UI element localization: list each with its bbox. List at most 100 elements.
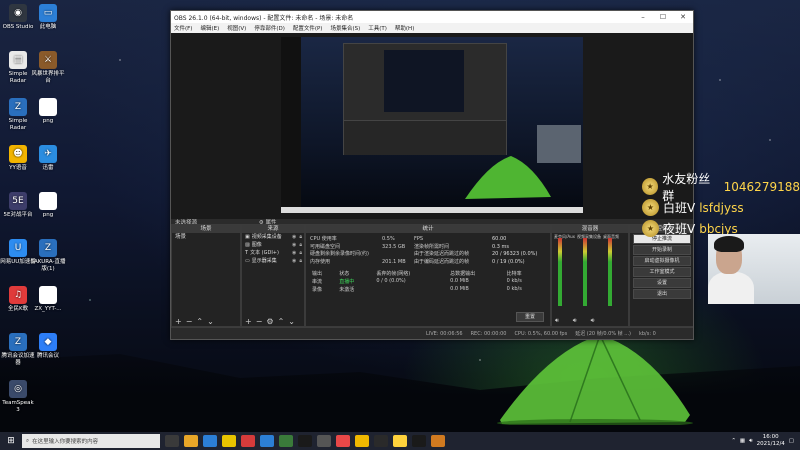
taskbar-app-icon[interactable] (203, 435, 217, 447)
desktop-icon-label: TeamSpeak 3 (2, 400, 34, 413)
menu-help[interactable]: 帮助(H) (395, 24, 414, 32)
desktop-icon[interactable]: png (30, 98, 66, 125)
speaker-icon[interactable]: 🔊︎ (591, 317, 595, 325)
taskbar-app-icon[interactable] (336, 435, 350, 447)
menu-tools[interactable]: 工具(T) (368, 24, 387, 32)
menu-edit[interactable]: 编辑(E) (200, 24, 219, 32)
remove-icon[interactable]: − (256, 317, 263, 326)
taskbar-app-icon[interactable] (241, 435, 255, 447)
notification-icon[interactable]: ▢ (789, 438, 794, 444)
gear-icon[interactable]: ⚙ (266, 317, 273, 326)
volume-meter[interactable] (608, 238, 612, 306)
overlay-row: ★ 白班V lsfdjyss (642, 197, 800, 218)
virtual-camera-button[interactable]: 启动虚拟摄像机 (633, 256, 691, 266)
taskbar-app-icon[interactable] (355, 435, 369, 447)
close-icon[interactable]: ✕ (673, 13, 693, 21)
scene-item[interactable]: 场景 (172, 233, 240, 241)
desktop-icon[interactable]: ⚔ 风暴世界排平台 (30, 51, 66, 85)
stat-row: 内存使用 201.1 MB 由于编码延迟而跳过的帧 0 / 19 (0.0%) (310, 258, 525, 265)
source-item[interactable]: ▭ 显示器采集 ◉ 🔒︎ (242, 257, 304, 265)
desktop-icon-label: 迅雷 (42, 165, 54, 171)
scenes-toolbar: + − ⌃ ⌄ (172, 316, 240, 326)
stats-title: 统计 (306, 225, 550, 233)
volume-meter[interactable] (583, 238, 587, 306)
desktop-icon[interactable]: ▭ 此电脑 (30, 4, 66, 31)
exit-button[interactable]: 退出 (633, 289, 691, 299)
move-down-icon[interactable]: ⌄ (207, 317, 214, 326)
obs-window[interactable]: OBS 26.1.0 (64-bit, windows) - 配置文件: 未命名… (170, 10, 694, 340)
reset-button[interactable]: 重置 (516, 312, 544, 322)
menu-docks[interactable]: 停靠部件(D) (254, 24, 285, 32)
visibility-icon[interactable]: ◉ (292, 257, 296, 265)
menu-file[interactable]: 文件(F) (174, 24, 192, 32)
move-up-icon[interactable]: ⌃ (196, 317, 203, 326)
chevron-up-icon[interactable]: ⌃ (731, 438, 736, 444)
obs-titlebar[interactable]: OBS 26.1.0 (64-bit, windows) - 配置文件: 未命名… (171, 11, 693, 23)
lock-icon[interactable]: 🔒︎ (299, 241, 304, 249)
source-item[interactable]: ▣ 视频采集设备 ◉ 🔒︎ (242, 233, 304, 241)
add-icon[interactable]: + (175, 317, 182, 326)
webcam-feed (708, 234, 800, 304)
taskbar-app-icon[interactable] (431, 435, 445, 447)
remove-icon[interactable]: − (186, 317, 193, 326)
desktop-icon[interactable]: ✈ 迅雷 (30, 145, 66, 172)
table-row: 录像 未激活 0.0 MiB 0 kb/s (312, 286, 522, 293)
speaker-icon[interactable]: 🔊︎ (555, 317, 559, 325)
yy-icon: ☻ (9, 145, 27, 163)
move-down-icon[interactable]: ⌄ (288, 317, 295, 326)
speaker-icon[interactable]: 🔊︎ (573, 317, 577, 325)
taskbar-app-icon[interactable] (279, 435, 293, 447)
move-up-icon[interactable]: ⌃ (278, 317, 285, 326)
menu-view[interactable]: 视图(V) (227, 24, 246, 32)
lock-icon[interactable]: 🔒︎ (299, 233, 304, 241)
settings-button[interactable]: 设置 (633, 278, 691, 288)
person-hair (714, 236, 744, 252)
nested-webcam (537, 125, 581, 163)
lock-icon[interactable]: 🔒︎ (299, 249, 304, 257)
rec-status: REC: 00:00:00 (470, 330, 507, 337)
taskbar-app-icon[interactable] (165, 435, 179, 447)
desktop-icon-label: ZX_YYT-... (34, 306, 62, 312)
cpu-status: CPU: 0.5%, 60.00 fps (514, 330, 568, 337)
windows-start-icon[interactable]: ⊞ (0, 436, 22, 446)
taskbar-app-icon[interactable] (260, 435, 274, 447)
desktop-icon[interactable]: ZX_YYT-... (30, 286, 66, 313)
visibility-icon[interactable]: ◉ (292, 249, 296, 257)
taskbar-app-icon[interactable] (374, 435, 388, 447)
taskbar-app-icon[interactable] (298, 435, 312, 447)
source-item[interactable]: T 文本 (GDI+) ◉ 🔒︎ (242, 249, 304, 257)
menu-profile[interactable]: 配置文件(P) (293, 24, 323, 32)
studio-mode-button[interactable]: 工作室模式 (633, 267, 691, 277)
add-icon[interactable]: + (245, 317, 252, 326)
menu-scene-collection[interactable]: 场景集合(S) (330, 24, 360, 32)
visibility-icon[interactable]: ◉ (292, 233, 296, 241)
taskbar-app-icon[interactable] (412, 435, 426, 447)
volume-meter[interactable] (558, 238, 562, 306)
taskbar-clock[interactable]: 16:00 2021/12/4 (757, 434, 785, 448)
taskbar-app-icon[interactable] (317, 435, 331, 447)
desktop-icon[interactable]: ◎ TeamSpeak 3 (0, 380, 36, 414)
taskbar-app-icon[interactable] (222, 435, 236, 447)
start-recording-button[interactable]: 开始录制 (633, 245, 691, 255)
volume-icon[interactable]: 🔊︎ (749, 438, 752, 445)
visibility-icon[interactable]: ◉ (292, 241, 296, 249)
taskbar-search[interactable]: ⌕ 在这里输入你要搜索的内容 (22, 434, 160, 448)
taskbar-app-icon[interactable] (393, 435, 407, 447)
image-file-icon (39, 192, 57, 210)
minimize-icon[interactable]: – (633, 13, 653, 21)
stat-row: 硬盘剩余剩余录像时间(约) 由于渲染延迟而跳过的帧 20 / 96323 (0.0… (310, 251, 538, 257)
scenes-title: 场景 (172, 225, 240, 233)
monitor-icon: ▭ (245, 258, 250, 264)
network-icon[interactable]: ▦ (740, 438, 745, 444)
desktop-icon[interactable]: png (30, 192, 66, 219)
mixer-dock: 混音器 麦克风/Aux 视频采集设备 桌面音频 🔊︎ 🔊︎ 🔊︎ (551, 224, 629, 327)
obs-preview[interactable] (171, 33, 693, 219)
desktop-icon[interactable]: Z SAKURA-直播版(1) (30, 239, 66, 273)
desktop-icon[interactable]: ◆ 腾讯会议 (30, 333, 66, 360)
search-placeholder: 在这里输入你要搜索的内容 (32, 439, 99, 445)
maximize-icon[interactable]: ☐ (653, 13, 673, 21)
live-status: LIVE: 00:06:56 (426, 330, 463, 337)
lock-icon[interactable]: 🔒︎ (299, 257, 304, 265)
taskbar-app-icon[interactable] (184, 435, 198, 447)
source-item[interactable]: ▨ 图像 ◉ 🔒︎ (242, 241, 304, 249)
